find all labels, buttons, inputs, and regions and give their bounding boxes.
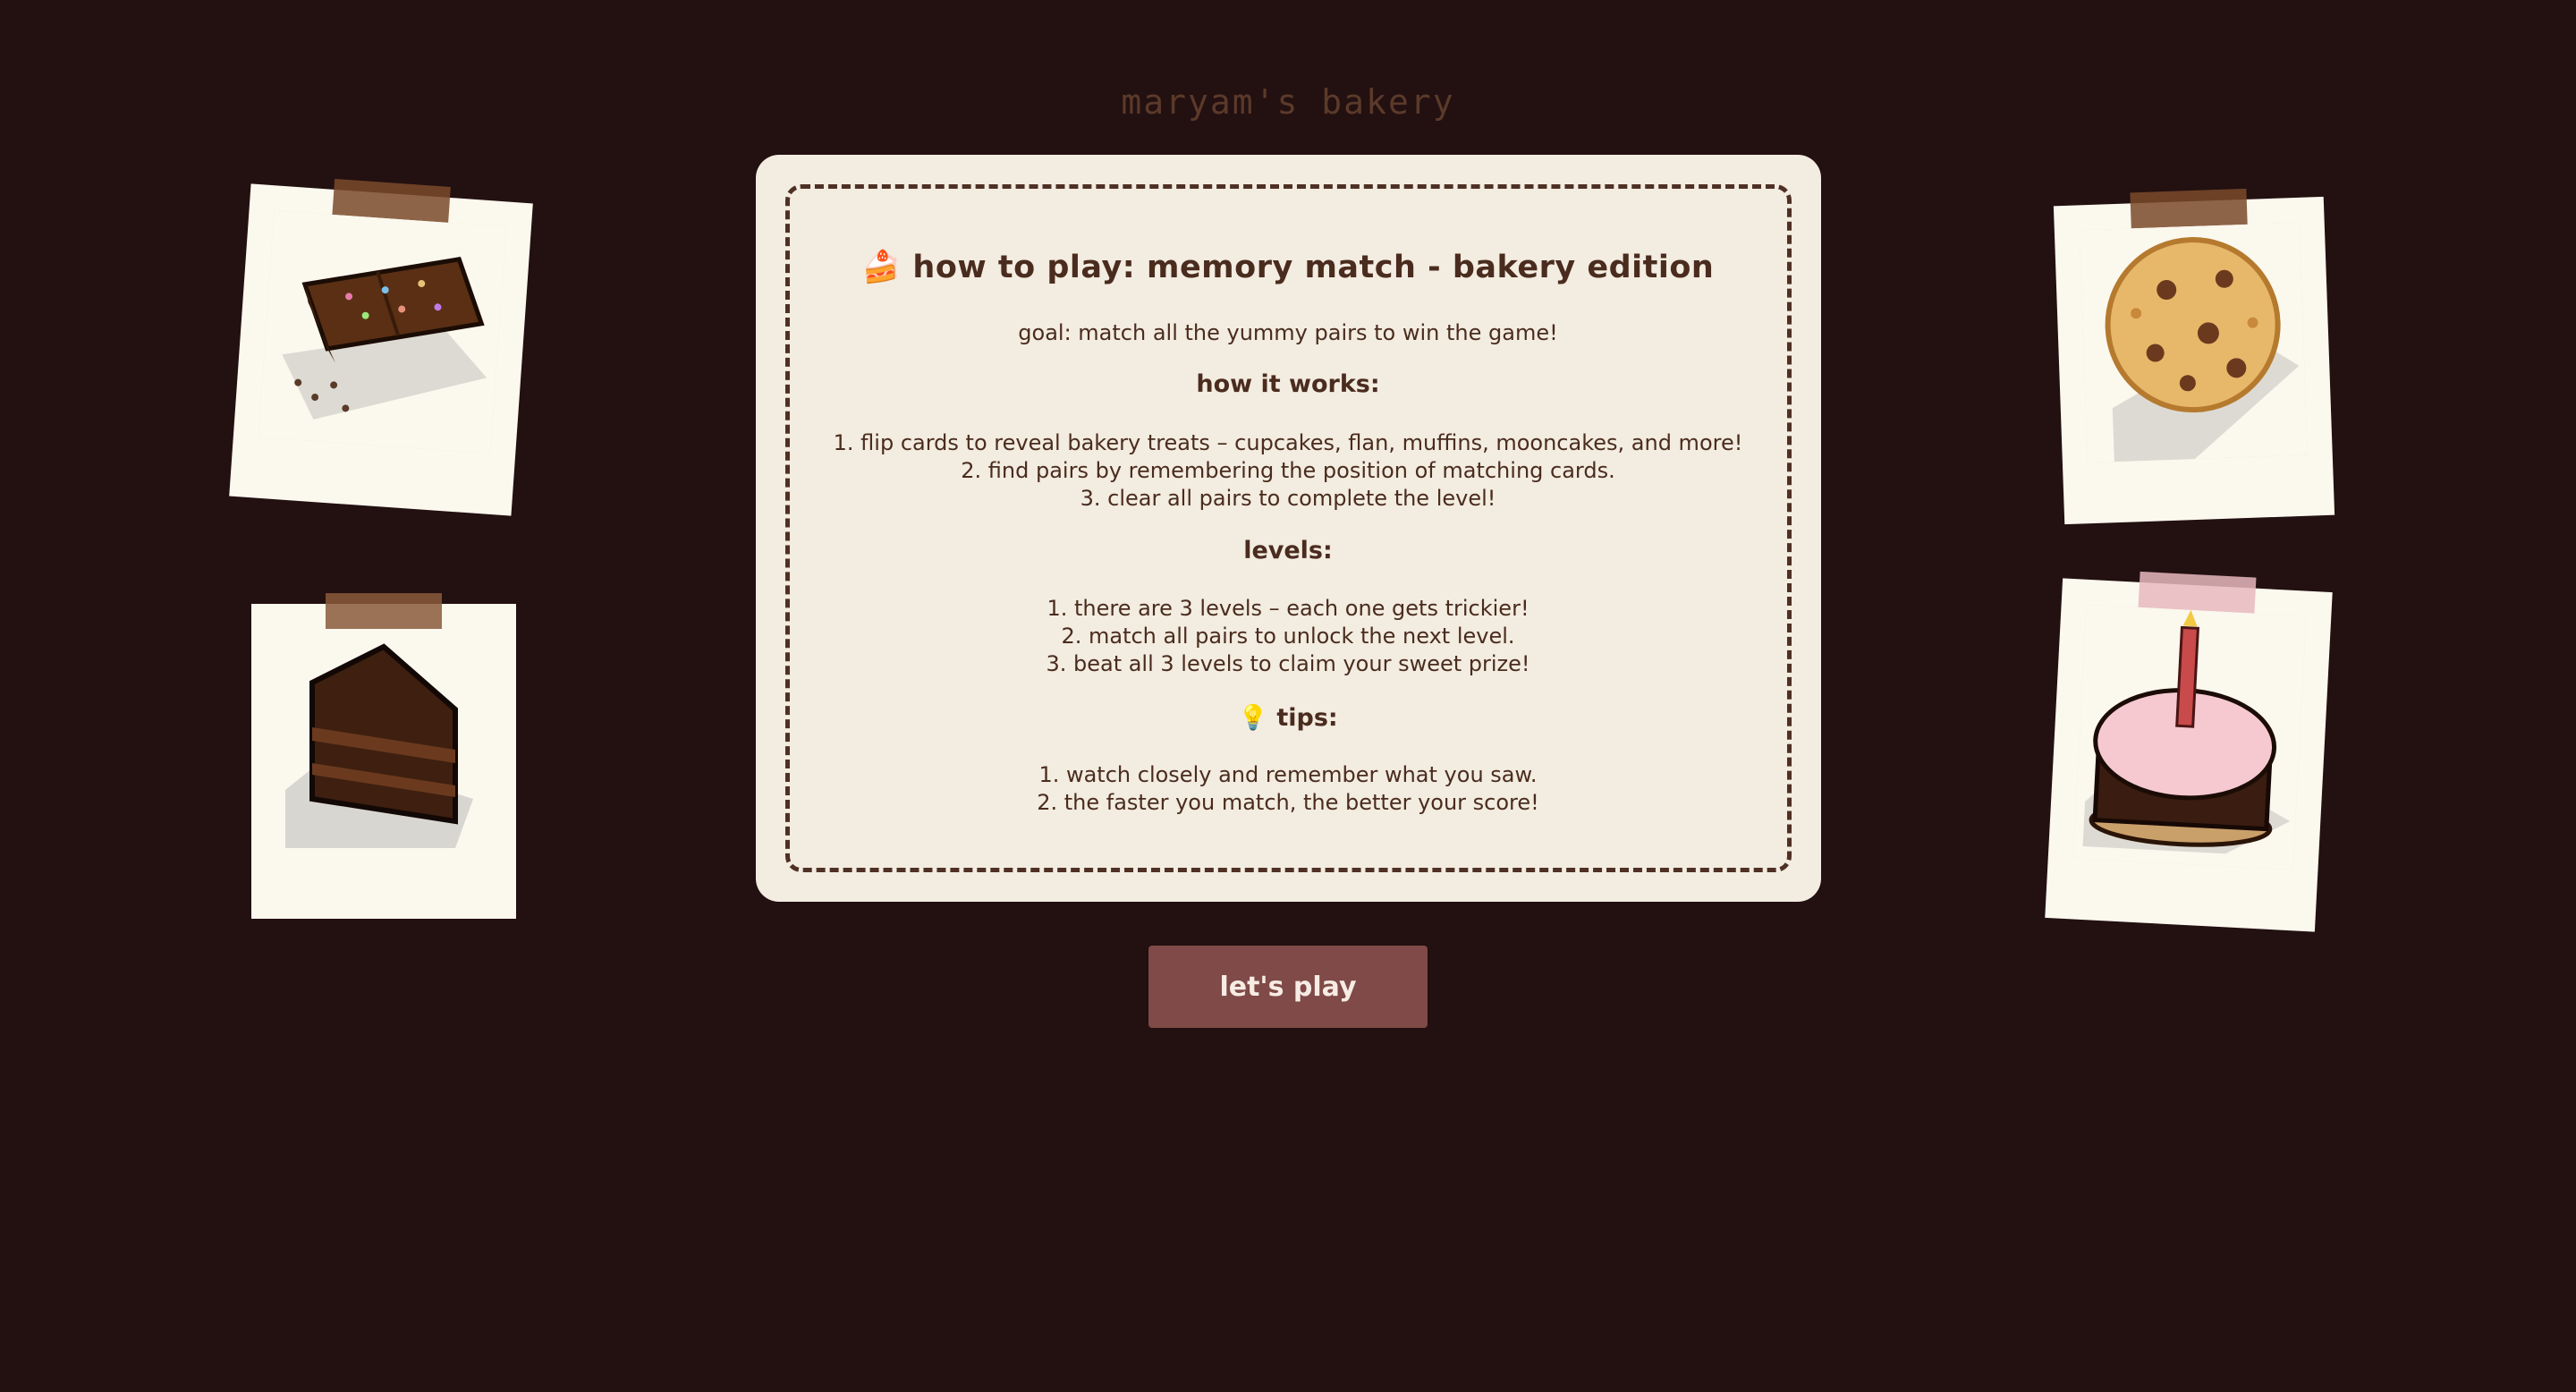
how-it-works-item: 2. find pairs by remembering the positio… [961, 458, 1615, 483]
tips-item: 2. the faster you match, the better your… [1037, 790, 1539, 815]
how-it-works-item: 3. clear all pairs to complete the level… [1080, 486, 1496, 511]
levels-title: levels: [1243, 537, 1333, 564]
how-it-works-item: 1. flip cards to reveal bakery treats – … [833, 430, 1743, 455]
levels-item: 1. there are 3 levels – each one gets tr… [1046, 596, 1530, 621]
site-title: maryam's bakery [1121, 82, 1455, 122]
tips-item: 1. watch closely and remember what you s… [1038, 762, 1538, 787]
instructions-heading: 🍰 how to play: memory match - bakery edi… [861, 250, 1715, 285]
goal-text: goal: match all the yummy pairs to win t… [1018, 320, 1558, 345]
levels-item: 3. beat all 3 levels to claim your sweet… [1046, 651, 1530, 676]
tips-title: 💡 tips: [1238, 704, 1338, 732]
lets-play-button[interactable]: let's play [1148, 946, 1428, 1028]
how-it-works-title: how it works: [1196, 370, 1380, 398]
tape [2130, 188, 2248, 229]
levels-item: 2. match all pairs to unlock the next le… [1061, 624, 1515, 649]
